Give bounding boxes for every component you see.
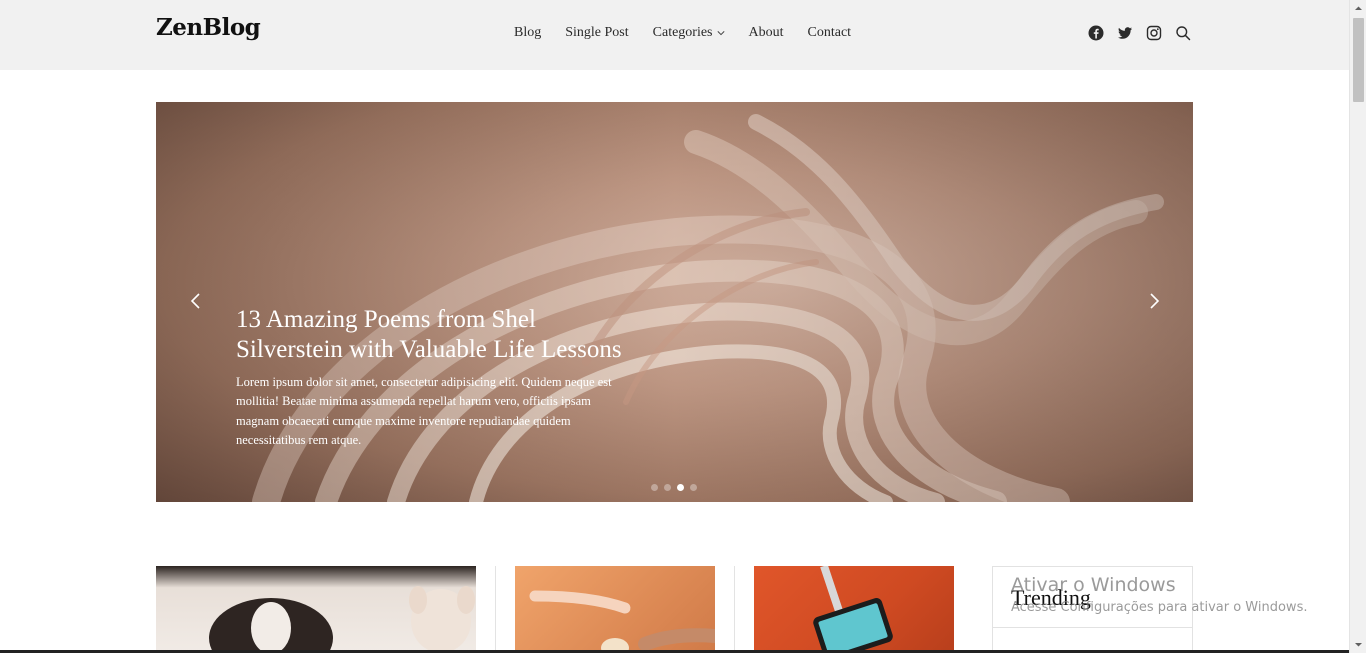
column-divider — [734, 566, 735, 653]
scroll-down-arrow-icon[interactable] — [1354, 640, 1363, 649]
previous-slide-icon[interactable] — [188, 292, 204, 310]
post-image-tablet[interactable] — [754, 566, 954, 653]
main-nav: Blog Single Post Categories About Contac… — [514, 25, 851, 41]
nav-blog[interactable]: Blog — [514, 25, 541, 41]
scroll-up-arrow-icon[interactable] — [1354, 4, 1363, 13]
scrollbar-thumb[interactable] — [1353, 18, 1364, 102]
windows-activation-watermark-title: Ativar o Windows — [1011, 574, 1176, 596]
site-logo[interactable]: ZenBlog — [156, 14, 261, 41]
site-header: ZenBlog Blog Single Post Categories Abou… — [0, 0, 1349, 70]
vertical-scrollbar[interactable] — [1349, 0, 1366, 653]
nav-single-post[interactable]: Single Post — [565, 25, 628, 41]
slide-dot-1[interactable] — [651, 484, 658, 491]
nav-categories[interactable]: Categories — [653, 25, 725, 41]
hero-excerpt: Lorem ipsum dolor sit amet, consectetur … — [236, 375, 612, 447]
hero-slider: 13 Amazing Poems from Shel Silverstein w… — [156, 102, 1193, 502]
windows-activation-watermark-text: Acesse Configurações para ativar o Windo… — [1011, 600, 1308, 615]
hands-photo — [529, 590, 715, 653]
facebook-icon[interactable] — [1088, 25, 1104, 41]
chevron-down-icon — [716, 31, 725, 36]
next-slide-icon[interactable] — [1146, 292, 1162, 310]
nav-categories-label: Categories — [652, 25, 713, 40]
post-image-dog[interactable] — [156, 566, 476, 653]
slide-dot-4[interactable] — [690, 484, 697, 491]
twitter-icon[interactable] — [1117, 25, 1133, 41]
tablet-photo — [813, 566, 893, 653]
nav-contact[interactable]: Contact — [808, 25, 852, 41]
slider-pagination — [651, 484, 697, 491]
nav-about[interactable]: About — [749, 25, 784, 41]
column-divider — [495, 566, 496, 653]
hero-title[interactable]: 13 Amazing Poems from Shel Silverstein w… — [236, 305, 636, 365]
post-image-hands[interactable] — [515, 566, 715, 653]
social-links — [1088, 25, 1191, 41]
trending-divider — [993, 627, 1192, 628]
instagram-icon[interactable] — [1146, 25, 1162, 41]
search-icon[interactable] — [1175, 25, 1191, 41]
dog-photo — [209, 586, 475, 653]
slide-dot-3[interactable] — [677, 484, 684, 491]
slide-dot-2[interactable] — [664, 484, 671, 491]
